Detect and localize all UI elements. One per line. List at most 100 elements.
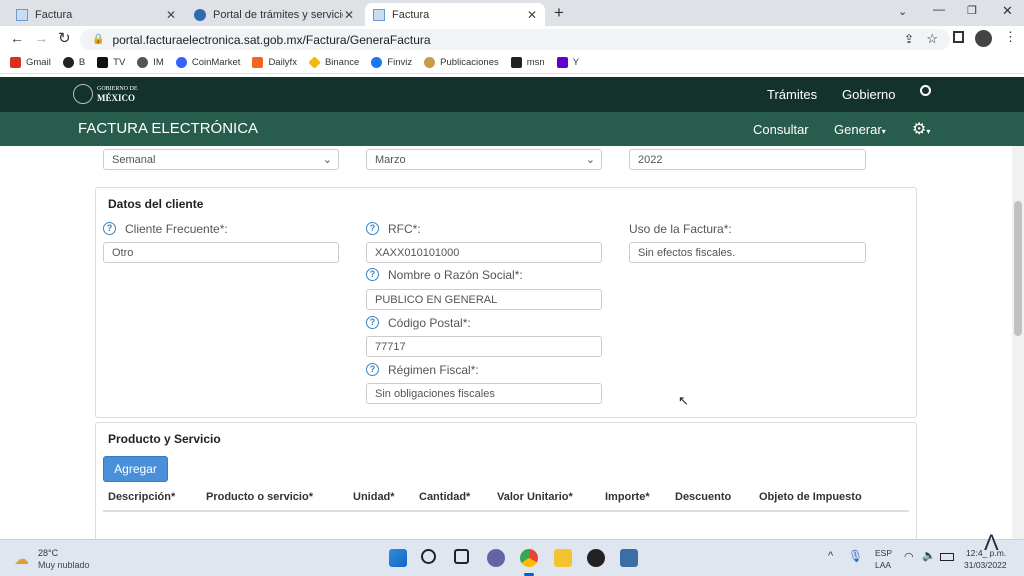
regimen-fiscal-field[interactable]: Sin obligaciones fiscales bbox=[366, 383, 602, 404]
uso-factura-label: Uso de la Factura*: bbox=[629, 222, 732, 236]
help-icon[interactable]: ? bbox=[366, 363, 379, 376]
tab-portal-sat[interactable]: Portal de trámites y servicios - SAT ✕ bbox=[186, 3, 362, 26]
logo-text-bottom: MÉXICO bbox=[97, 93, 135, 103]
bookmarks-bar: Gmail B TV IM CoinMarket Dailyfx Binance… bbox=[0, 52, 1024, 74]
dailyfx-icon bbox=[252, 57, 264, 68]
new-tab-icon[interactable]: + bbox=[554, 3, 564, 23]
teams-chat-icon[interactable] bbox=[487, 549, 505, 567]
gobmx-header: GOBIERNO DE MÉXICO Trámites Gobierno bbox=[0, 77, 1024, 112]
chevron-down-icon: ⌄ bbox=[322, 154, 332, 166]
menu-icon[interactable]: ⋮ bbox=[1004, 29, 1017, 45]
help-icon[interactable]: ? bbox=[103, 222, 116, 235]
document-icon bbox=[16, 8, 28, 21]
close-tab-icon[interactable]: ✕ bbox=[166, 8, 176, 22]
back-icon[interactable]: ← bbox=[10, 30, 24, 46]
restore-icon[interactable]: ❐ bbox=[967, 4, 977, 17]
minimize-icon[interactable]: — bbox=[933, 2, 945, 16]
bookmark-dailyfx[interactable]: Dailyfx bbox=[252, 57, 297, 68]
bookmark-b[interactable]: B bbox=[62, 57, 85, 68]
nombre-razon-social-field[interactable]: PUBLICO EN GENERAL bbox=[366, 289, 602, 310]
page-scrollbar[interactable] bbox=[1012, 146, 1024, 539]
bookmark-star-icon[interactable]: ☆ bbox=[926, 31, 938, 47]
nav-tramites[interactable]: Trámites bbox=[767, 87, 817, 102]
bookmark-binance[interactable]: Binance bbox=[308, 56, 359, 69]
clock-date: 31/03/2022 bbox=[964, 560, 1007, 570]
column-unidad: Unidad* bbox=[353, 491, 395, 503]
nav-gobierno[interactable]: Gobierno bbox=[842, 87, 895, 102]
mes-select[interactable]: Marzo ⌄ bbox=[366, 149, 602, 170]
bookmark-coinmarket[interactable]: CoinMarket bbox=[175, 57, 240, 68]
anio-field[interactable]: 2022 bbox=[629, 149, 866, 170]
uso-factura-field[interactable]: Sin efectos fiscales. bbox=[629, 242, 866, 263]
lock-icon: 🔒 bbox=[92, 34, 105, 45]
rfc-field[interactable]: XAXX010101000 bbox=[366, 242, 602, 263]
codigo-postal-label: Código Postal*: bbox=[388, 316, 471, 330]
volume-icon[interactable]: 🔈 bbox=[922, 549, 936, 562]
search-icon[interactable] bbox=[920, 85, 931, 96]
column-cantidad: Cantidad* bbox=[419, 491, 471, 503]
help-icon[interactable]: ? bbox=[366, 222, 379, 235]
reload-icon[interactable]: ↻ bbox=[58, 29, 71, 47]
media-app-icon[interactable] bbox=[587, 549, 605, 567]
rfc-label: RFC*: bbox=[388, 222, 421, 236]
bookmark-im[interactable]: IM bbox=[137, 57, 164, 68]
yahoo-icon bbox=[556, 57, 568, 68]
periodicidad-select[interactable]: Semanal ⌄ bbox=[103, 149, 339, 170]
document-icon bbox=[373, 8, 385, 21]
close-window-icon[interactable]: ✕ bbox=[1002, 3, 1013, 19]
close-tab-icon[interactable]: ✕ bbox=[344, 8, 354, 22]
publicaciones-icon bbox=[424, 57, 436, 68]
chevron-down-icon: ⌄ bbox=[585, 154, 595, 166]
weather-desc: Muy nublado bbox=[38, 560, 90, 570]
task-view-icon[interactable] bbox=[454, 549, 469, 564]
column-importe: Importe* bbox=[605, 491, 650, 503]
weather-temp: 28°C bbox=[38, 548, 59, 558]
battery-icon[interactable] bbox=[940, 553, 954, 561]
gobierno-mexico-logo[interactable]: GOBIERNO DE MÉXICO bbox=[73, 84, 138, 104]
close-tab-icon[interactable]: ✕ bbox=[527, 8, 537, 22]
column-descuento: Descuento bbox=[675, 491, 732, 503]
wifi-icon[interactable]: ◠ bbox=[904, 550, 914, 563]
tab-factura-1[interactable]: Factura ✕ bbox=[8, 3, 184, 26]
gmail-icon bbox=[10, 57, 21, 68]
bookmark-finviz[interactable]: Finviz bbox=[371, 57, 412, 68]
column-producto-servicio: Producto o servicio* bbox=[206, 491, 313, 503]
page-title: FACTURA ELECTRÓNICA bbox=[78, 120, 259, 137]
windows-taskbar: ☁ 28°C Muy nublado ^ 🎙 ESP LAA ◠ 🔈 12:4_… bbox=[0, 530, 1024, 576]
file-explorer-icon[interactable] bbox=[554, 549, 572, 567]
generar-menu[interactable]: Generar▾ bbox=[834, 122, 886, 137]
forward-icon[interactable]: → bbox=[34, 30, 48, 46]
tab-search-icon[interactable]: ⌄ bbox=[898, 5, 907, 18]
agregar-button[interactable]: Agregar bbox=[103, 456, 168, 482]
cliente-frecuente-field[interactable]: Otro bbox=[103, 242, 339, 263]
language-indicator[interactable]: ESP bbox=[875, 548, 892, 558]
address-bar[interactable]: 🔒 portal.facturaelectronica.sat.gob.mx/F… bbox=[80, 29, 950, 50]
bookmark-tv[interactable]: TV bbox=[97, 57, 125, 68]
bookmark-gmail[interactable]: Gmail bbox=[10, 57, 51, 68]
factura-subheader: FACTURA ELECTRÓNICA Consultar Generar▾ ⚙… bbox=[0, 112, 1024, 146]
help-icon[interactable]: ? bbox=[366, 316, 379, 329]
column-valor-unitario: Valor Unitario* bbox=[497, 491, 573, 503]
calculator-icon[interactable] bbox=[620, 549, 638, 567]
microphone-icon[interactable]: 🎙 bbox=[848, 549, 863, 563]
bookmark-msn[interactable]: msn bbox=[510, 57, 545, 68]
column-objeto-impuesto: Objeto de Impuesto bbox=[759, 491, 862, 503]
tab-factura-active[interactable]: Factura ✕ bbox=[365, 3, 545, 26]
b-icon bbox=[62, 57, 74, 68]
bookmark-y[interactable]: Y bbox=[556, 57, 579, 68]
weather-icon[interactable]: ☁ bbox=[14, 550, 29, 568]
bookmark-publicaciones[interactable]: Publicaciones bbox=[424, 57, 499, 68]
chrome-icon[interactable] bbox=[520, 549, 538, 567]
tab-title: Portal de trámites y servicios - SAT bbox=[213, 8, 343, 21]
profile-avatar[interactable] bbox=[975, 30, 992, 47]
settings-gear-icon[interactable]: ⚙▾ bbox=[912, 119, 930, 139]
help-icon[interactable]: ? bbox=[366, 268, 379, 281]
consultar-menu[interactable]: Consultar bbox=[753, 122, 809, 137]
search-taskbar-icon[interactable] bbox=[421, 549, 436, 564]
codigo-postal-field[interactable]: 77717 bbox=[366, 336, 602, 357]
share-icon[interactable]: ⇪ bbox=[904, 32, 914, 46]
scrollbar-thumb[interactable] bbox=[1014, 201, 1022, 336]
chevron-up-icon[interactable]: ^ bbox=[828, 550, 833, 562]
windows-start-icon[interactable] bbox=[389, 549, 407, 567]
side-panel-icon[interactable] bbox=[953, 31, 964, 43]
